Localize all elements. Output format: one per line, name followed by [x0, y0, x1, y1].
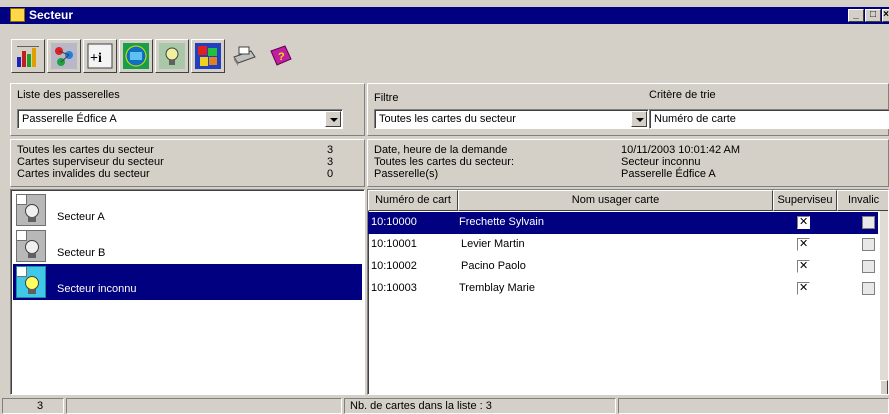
supervisor-checkbox[interactable] — [797, 259, 810, 273]
request-cards-value: Secteur inconnu — [621, 156, 701, 168]
request-gateway-value: Passerelle Édfice A — [621, 168, 716, 180]
bulb-sector-icon — [159, 43, 185, 69]
invalid-checkbox[interactable] — [862, 260, 875, 273]
card-number: 10:10001 — [371, 238, 417, 250]
card-number: 10:10002 — [371, 260, 417, 272]
supervisor-checkbox[interactable] — [797, 237, 810, 251]
vertical-scrollbar[interactable] — [880, 211, 888, 394]
stat-label-all: Toutes les cartes du secteur — [17, 144, 154, 156]
app-icon — [10, 8, 25, 22]
sector-item-b[interactable]: Secteur B — [13, 228, 362, 264]
invalid-checkbox[interactable] — [862, 216, 875, 229]
chevron-down-icon[interactable] — [631, 111, 647, 127]
filter-label: Filtre — [374, 92, 399, 104]
maximize-button[interactable]: □ — [865, 9, 881, 22]
column-header-name[interactable]: Nom usager carte — [458, 190, 773, 211]
request-cards-label: Toutes les cartes du secteur: — [374, 156, 515, 168]
card-number: 10:10000 — [371, 216, 417, 228]
help-book-icon: ? — [270, 45, 292, 66]
sector-item-label: Secteur A — [57, 211, 105, 223]
scroll-down-icon[interactable] — [880, 380, 888, 394]
column-header-supervisor[interactable]: Superviseu — [773, 190, 837, 211]
svg-text:?: ? — [278, 51, 285, 63]
status-count: 3 — [2, 398, 64, 414]
card-user-name: Pacino Paolo — [461, 260, 526, 272]
card-user-name: Tremblay Marie — [459, 282, 535, 294]
sector-stats-panel: Toutes les cartes du secteur Cartes supe… — [10, 139, 365, 187]
invalid-checkbox[interactable] — [862, 282, 875, 295]
lightbulb-icon — [16, 230, 46, 262]
filter-select[interactable]: Toutes les cartes du secteur — [374, 109, 649, 129]
title-bar: Secteur _ □ × — [0, 0, 889, 24]
sector-list: Secteur A Secteur B Secteur inconnu — [10, 189, 365, 395]
close-button[interactable]: × — [882, 9, 889, 22]
request-gateway-label: Passerelle(s) — [374, 168, 439, 180]
table-row[interactable]: 10:10001 Levier Martin — [368, 234, 878, 256]
card-user-name: Levier Martin — [461, 238, 525, 250]
sort-select-value: Numéro de carte — [654, 113, 736, 125]
bar-chart-button[interactable] — [11, 39, 45, 73]
sector-item-label: Secteur inconnu — [57, 283, 137, 295]
column-header-invalid[interactable]: Invalic — [837, 190, 888, 211]
sort-select[interactable]: Numéro de carte — [649, 109, 889, 129]
request-date-value: 10/11/2003 10:01:42 AM — [621, 144, 741, 156]
gateway-list-label: Liste des passerelles — [17, 89, 120, 101]
add-info-icon: +i — [87, 43, 113, 69]
gateway-select-value: Passerelle Édfice A — [22, 113, 117, 125]
lightbulb-icon — [16, 266, 46, 298]
sort-label: Critère de trie — [649, 89, 716, 101]
status-cards-in-list: Nb. de cartes dans la liste : 3 — [344, 398, 616, 414]
status-extra — [618, 398, 889, 414]
stat-label-supervisor: Cartes superviseur du secteur — [17, 156, 164, 168]
window-title: Secteur — [29, 8, 74, 22]
sector-item-a[interactable]: Secteur A — [13, 192, 362, 228]
card-number: 10:10003 — [371, 282, 417, 294]
sector-item-label: Secteur B — [57, 247, 106, 259]
toolbar: +i ? — [11, 39, 341, 73]
table-row[interactable]: 10:10003 Tremblay Marie — [368, 278, 878, 300]
filter-panel: Filtre Toutes les cartes du secteur Crit… — [367, 83, 889, 136]
request-info-panel: Date, heure de la demande Toutes les car… — [367, 139, 889, 187]
stat-value-supervisor: 3 — [327, 156, 334, 168]
svg-text:+i: +i — [90, 51, 102, 66]
status-spacer — [66, 398, 342, 414]
lightbulb-icon — [16, 194, 46, 226]
stat-value-invalid: 0 — [327, 168, 334, 180]
chevron-down-icon[interactable] — [325, 111, 341, 127]
map-icon — [195, 43, 221, 69]
print-button[interactable] — [227, 39, 261, 73]
gateway-panel: Liste des passerelles Passerelle Édfice … — [10, 83, 365, 136]
column-header-number[interactable]: Numéro de cart — [368, 190, 458, 211]
printer-icon — [233, 46, 256, 66]
map-button[interactable] — [191, 39, 225, 73]
network-button[interactable] — [47, 39, 81, 73]
add-info-button[interactable]: +i — [83, 39, 117, 73]
gateway-select[interactable]: Passerelle Édfice A — [17, 109, 343, 129]
sector-bulb-button[interactable] — [155, 39, 189, 73]
id-card-button[interactable] — [119, 39, 153, 73]
supervisor-checkbox[interactable] — [797, 281, 810, 295]
status-bar: 3 Nb. de cartes dans la liste : 3 — [0, 396, 889, 414]
help-button[interactable]: ? — [263, 39, 297, 73]
stat-label-invalid: Cartes invalides du secteur — [17, 168, 150, 180]
bar-chart-icon — [15, 43, 41, 69]
table-row[interactable]: 10:10000 Frechette Sylvain — [368, 212, 878, 234]
table-row[interactable]: 10:10002 Pacino Paolo — [368, 256, 878, 278]
request-date-label: Date, heure de la demande — [374, 144, 508, 156]
sector-item-unknown[interactable]: Secteur inconnu — [13, 264, 362, 300]
network-icon — [51, 43, 77, 69]
minimize-button[interactable]: _ — [848, 9, 864, 22]
id-card-icon — [123, 43, 149, 69]
filter-select-value: Toutes les cartes du secteur — [379, 113, 516, 125]
stat-value-all: 3 — [327, 144, 334, 156]
card-user-name: Frechette Sylvain — [459, 216, 544, 228]
supervisor-checkbox[interactable] — [797, 215, 810, 229]
invalid-checkbox[interactable] — [862, 238, 875, 251]
cards-grid: Numéro de cart Nom usager carte Supervis… — [367, 189, 889, 395]
